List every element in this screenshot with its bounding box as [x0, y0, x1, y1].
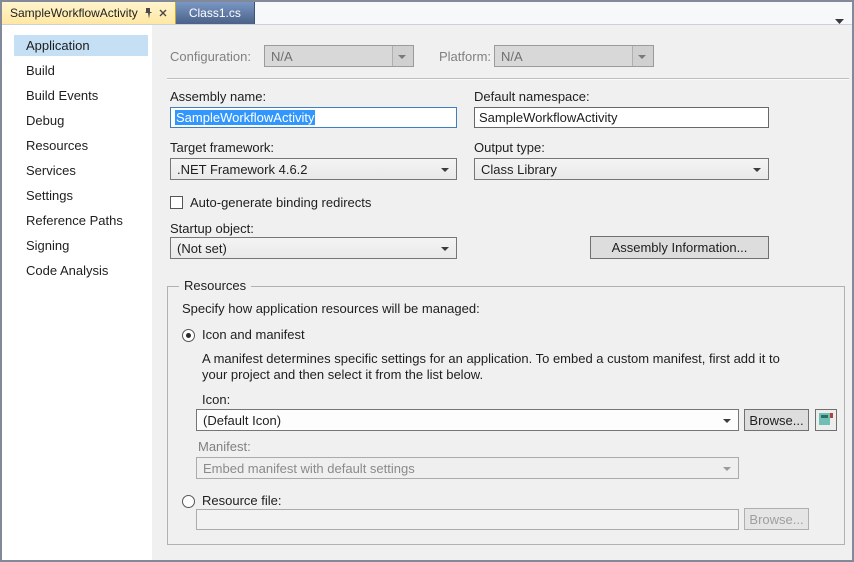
chevron-down-icon [638, 55, 646, 59]
output-type-dropdown[interactable]: Class Library [474, 158, 769, 180]
sidebar-item-reference-paths[interactable]: Reference Paths [14, 210, 148, 231]
target-framework-label: Target framework: [170, 140, 274, 155]
configuration-label: Configuration: [170, 49, 251, 64]
tab-sampleworkflowactivity[interactable]: SampleWorkflowActivity [2, 2, 176, 24]
platform-dropdown: N/A [494, 45, 654, 67]
sidebar-item-build[interactable]: Build [14, 60, 148, 81]
startup-object-dropdown[interactable]: (Not set) [170, 237, 457, 259]
resource-file-radio[interactable] [182, 495, 195, 508]
default-namespace-label: Default namespace: [474, 89, 590, 104]
project-properties-window: SampleWorkflowActivity Class1.cs Applica… [0, 0, 854, 562]
document-tab-strip: SampleWorkflowActivity Class1.cs [2, 2, 852, 25]
manifest-help-line2: your project and then select it from the… [202, 367, 483, 382]
icon-browse-button[interactable]: Browse... [744, 409, 809, 431]
startup-object-label: Startup object: [170, 221, 254, 236]
chevron-down-icon [398, 55, 406, 59]
sidebar-item-code-analysis[interactable]: Code Analysis [14, 260, 148, 281]
chevron-down-icon [723, 467, 731, 471]
chevron-down-icon [441, 168, 449, 172]
pin-icon[interactable] [144, 8, 153, 19]
default-namespace-input[interactable]: SampleWorkflowActivity [474, 107, 769, 128]
chevron-down-icon [441, 247, 449, 251]
tab-label: Class1.cs [189, 6, 241, 20]
auto-generate-binding-redirects-label: Auto-generate binding redirects [190, 195, 371, 210]
manifest-help-line1: A manifest determines specific settings … [202, 351, 780, 366]
chevron-down-icon [723, 419, 731, 423]
properties-sidebar: Application Build Build Events Debug Res… [2, 25, 152, 560]
properties-body: Application Build Build Events Debug Res… [2, 25, 852, 560]
resources-group-title: Resources [179, 278, 251, 293]
selected-text: SampleWorkflowActivity [175, 110, 315, 125]
manifest-dropdown: Embed manifest with default settings [196, 457, 739, 479]
icon-label: Icon: [202, 392, 230, 407]
sidebar-item-settings[interactable]: Settings [14, 185, 148, 206]
assembly-information-button[interactable]: Assembly Information... [590, 236, 769, 259]
auto-generate-binding-redirects-checkbox[interactable] [170, 196, 183, 209]
icon-dropdown[interactable]: (Default Icon) [196, 409, 739, 431]
resource-file-label: Resource file: [202, 493, 281, 508]
tab-class1-cs[interactable]: Class1.cs [176, 2, 255, 24]
manifest-label: Manifest: [198, 439, 251, 454]
icon-preview-button[interactable] [815, 409, 837, 431]
sidebar-item-services[interactable]: Services [14, 160, 148, 181]
configuration-dropdown: N/A [264, 45, 414, 67]
sidebar-item-application[interactable]: Application [14, 35, 148, 56]
sidebar-item-debug[interactable]: Debug [14, 110, 148, 131]
assembly-name-input[interactable]: SampleWorkflowActivity [170, 107, 457, 128]
application-settings-panel: Configuration: N/A Platform: N/A Assembl… [152, 25, 852, 560]
sidebar-item-resources[interactable]: Resources [14, 135, 148, 156]
tab-label: SampleWorkflowActivity [10, 6, 138, 20]
assembly-name-label: Assembly name: [170, 89, 266, 104]
sidebar-item-build-events[interactable]: Build Events [14, 85, 148, 106]
output-type-label: Output type: [474, 140, 545, 155]
platform-label: Platform: [439, 49, 491, 64]
sidebar-item-signing[interactable]: Signing [14, 235, 148, 256]
resource-file-browse-button: Browse... [744, 508, 809, 530]
resource-file-input [196, 509, 739, 530]
icon-and-manifest-label: Icon and manifest [202, 327, 305, 342]
chevron-down-icon [753, 168, 761, 172]
icon-and-manifest-radio[interactable] [182, 329, 195, 342]
section-divider [167, 78, 849, 79]
target-framework-dropdown[interactable]: .NET Framework 4.6.2 [170, 158, 457, 180]
default-icon-preview [818, 411, 834, 430]
resources-description: Specify how application resources will b… [182, 301, 480, 316]
close-icon[interactable] [159, 9, 167, 17]
